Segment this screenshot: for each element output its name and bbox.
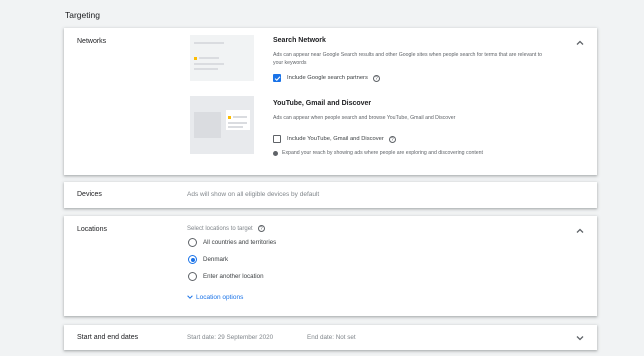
youtube-gmail-label: Include YouTube, Gmail and Discover: [287, 136, 384, 142]
radio-button[interactable]: [188, 238, 197, 247]
location-options-label: Location options: [196, 293, 244, 301]
youtube-gmail-checkbox-row[interactable]: Include YouTube, Gmail and Discover ?: [273, 135, 396, 143]
expand-reach-text: Expand your reach by showing ads where p…: [282, 150, 483, 156]
help-icon[interactable]: ?: [372, 74, 380, 82]
chevron-up-icon[interactable]: [575, 226, 585, 236]
devices-label: Devices: [77, 191, 102, 198]
location-option-label: Denmark: [203, 256, 229, 263]
search-network-description: Ads can appear near Google Search result…: [273, 52, 543, 66]
chevron-down-icon: [187, 295, 193, 299]
networks-label: Networks: [77, 38, 107, 45]
chevron-up-icon[interactable]: [575, 38, 585, 48]
end-date: End date: Not set: [307, 334, 356, 341]
dates-label: Start and end dates: [77, 334, 139, 341]
search-partners-label: Include Google search partners: [287, 75, 368, 81]
devices-summary: Ads will show on all eligible devices by…: [187, 191, 320, 198]
search-partners-checkbox[interactable]: [273, 74, 281, 82]
section-title: Targeting: [65, 10, 100, 20]
search-network-title: Search Network: [273, 37, 326, 44]
locations-prompt: Select locations to target ?: [187, 225, 265, 232]
start-date: Start date: 29 September 2020: [187, 334, 274, 341]
radio-button-selected[interactable]: [188, 255, 197, 264]
dates-card[interactable]: Start and end dates Start date: 29 Septe…: [64, 325, 597, 350]
devices-card[interactable]: Devices Ads will show on all eligible de…: [64, 182, 597, 208]
location-option-other[interactable]: Enter another location: [188, 272, 264, 281]
info-dot-icon: [273, 150, 278, 156]
networks-card: Networks Search Network Ads can appear n…: [64, 28, 597, 175]
location-option-all[interactable]: All countries and territories: [188, 238, 276, 247]
radio-button[interactable]: [188, 272, 197, 281]
locations-label: Locations: [77, 226, 107, 233]
expand-reach-info: Expand your reach by showing ads where p…: [273, 150, 483, 156]
locations-card: Locations Select locations to target ? A…: [64, 216, 597, 316]
location-option-denmark[interactable]: Denmark: [188, 255, 228, 264]
chevron-down-icon[interactable]: [575, 333, 585, 343]
location-option-label: Enter another location: [203, 273, 264, 280]
youtube-gmail-checkbox[interactable]: [273, 135, 281, 143]
location-option-label: All countries and territories: [203, 239, 277, 246]
help-icon[interactable]: ?: [257, 225, 265, 232]
location-options-link[interactable]: Location options: [186, 293, 243, 301]
display-network-title: YouTube, Gmail and Discover: [273, 100, 372, 107]
search-network-illustration: [190, 35, 254, 81]
locations-prompt-text: Select locations to target: [187, 225, 253, 232]
display-network-illustration: [190, 96, 254, 154]
search-partners-checkbox-row[interactable]: Include Google search partners ?: [273, 74, 380, 82]
help-icon[interactable]: ?: [388, 135, 396, 143]
display-network-description: Ads can appear when people search and br…: [273, 115, 456, 121]
